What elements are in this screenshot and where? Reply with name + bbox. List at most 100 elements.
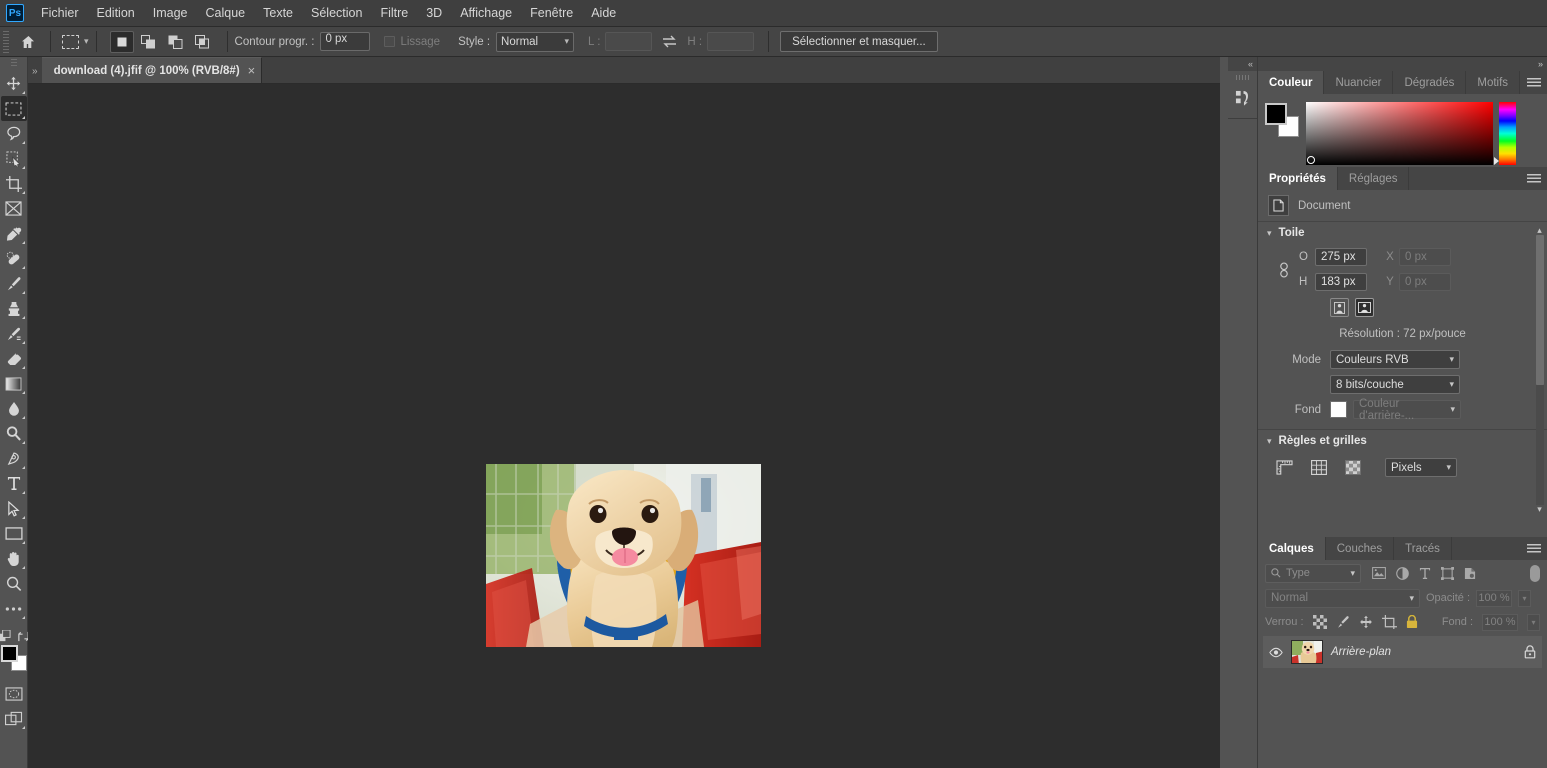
frame-tool[interactable] [1,196,27,221]
layer-filter-select[interactable]: Type ▾ [1265,563,1361,583]
opacity-value[interactable]: 100 % [1476,589,1513,607]
rules-section-header[interactable]: ▾ Règles et grilles [1258,429,1547,452]
tab-motifs[interactable]: Motifs [1466,71,1521,94]
height-input[interactable] [707,32,755,51]
type-tool[interactable] [1,471,27,496]
blend-mode-select[interactable]: Normal ▾ [1265,588,1420,608]
filter-shape-icon[interactable] [1441,566,1454,580]
collapse-panels-button[interactable]: « [1228,57,1257,71]
tool-preset-picker[interactable]: ▾ [58,34,89,49]
path-selection-tool[interactable] [1,496,27,521]
filter-type-icon[interactable] [1419,567,1431,580]
select-and-mask-button[interactable]: Sélectionner et masquer... [780,31,938,52]
menu-selection[interactable]: Sélection [302,3,371,23]
panel-menu-icon[interactable] [1527,77,1541,88]
eyedropper-tool[interactable] [1,221,27,246]
fill-stepper[interactable]: ▾ [1527,613,1540,631]
eraser-tool[interactable] [1,346,27,371]
dodge-tool[interactable] [1,421,27,446]
zoom-tool[interactable] [1,571,27,596]
home-button[interactable] [13,29,43,55]
foreground-color-swatch[interactable] [1265,103,1287,125]
menu-calque[interactable]: Calque [197,3,255,23]
menu-3d[interactable]: 3D [417,3,451,23]
menu-fichier[interactable]: Fichier [32,3,88,23]
fill-source-select[interactable]: Couleur d'arrière-... ▾ [1353,398,1461,422]
tab-reglages[interactable]: Réglages [1337,167,1410,190]
mini-dock-grip[interactable] [1235,75,1250,80]
properties-scrollbar[interactable]: ▴ ▾ [1534,226,1545,526]
menu-filtre[interactable]: Filtre [371,3,417,23]
lock-icon[interactable] [1524,645,1536,659]
clone-stamp-tool[interactable] [1,296,27,321]
new-selection-button[interactable] [109,30,134,53]
history-actions-button[interactable] [1228,82,1258,114]
canvas-section-header[interactable]: ▾ Toile [1258,221,1547,244]
feather-input[interactable]: 0 px [320,32,371,51]
canvas-width-input[interactable]: 275 px [1315,247,1367,266]
default-colors-icon[interactable] [0,629,11,643]
swap-arrows-icon[interactable] [662,35,677,48]
scrollbar-thumb[interactable] [1535,235,1544,385]
units-select[interactable]: Pixels ▾ [1385,458,1457,477]
tab-couches[interactable]: Couches [1325,537,1395,560]
screen-mode-button[interactable] [1,706,27,731]
history-brush-tool[interactable] [1,321,27,346]
hue-slider[interactable] [1494,102,1516,165]
menu-aide[interactable]: Aide [582,3,625,23]
foreground-color-swatch[interactable] [0,645,18,662]
lasso-tool[interactable] [1,121,27,146]
canvas-x-input[interactable]: 0 px [1399,247,1451,266]
eye-icon[interactable] [1269,647,1283,658]
quick-mask-button[interactable] [1,681,27,706]
tab-proprietes[interactable]: Propriétés [1258,167,1338,190]
menu-texte[interactable]: Texte [254,3,302,23]
menu-edition[interactable]: Edition [88,3,144,23]
tab-traces[interactable]: Tracés [1394,537,1452,560]
transparency-checker-icon[interactable] [1342,458,1363,477]
add-to-selection-button[interactable] [137,31,161,53]
style-select[interactable]: Normal ▾ [496,31,575,52]
opacity-stepper[interactable]: ▾ [1518,589,1532,607]
color-field[interactable] [1306,102,1493,165]
lock-image-pixels-icon[interactable] [1336,615,1350,629]
edit-toolbar-button[interactable] [1,596,27,621]
table-row[interactable]: Arrière-plan [1263,636,1542,668]
portrait-orientation-icon[interactable] [1330,298,1349,317]
filter-adjustment-icon[interactable] [1396,566,1409,580]
menu-image[interactable]: Image [144,3,197,23]
crop-tool[interactable] [1,171,27,196]
toolbar-grip[interactable] [10,59,17,68]
tab-calques[interactable]: Calques [1258,537,1326,560]
subtract-from-selection-button[interactable] [164,31,188,53]
filter-enable-toggle[interactable] [1530,564,1540,582]
blur-tool[interactable] [1,396,27,421]
lock-artboard-nesting-icon[interactable] [1381,615,1397,629]
menu-fenetre[interactable]: Fenêtre [521,3,582,23]
bit-depth-select[interactable]: 8 bits/couche ▾ [1330,375,1460,394]
dock-expand-bar[interactable]: » [1258,57,1547,71]
options-bar-grip[interactable] [3,30,9,53]
scrollbar-track[interactable] [1535,385,1544,505]
canvas-height-input[interactable]: 183 px [1315,272,1367,291]
rectangle-tool[interactable] [1,521,27,546]
color-mode-select[interactable]: Couleurs RVB ▾ [1330,350,1460,369]
intersect-selection-button[interactable] [191,31,215,53]
canvas-y-input[interactable]: 0 px [1399,272,1451,291]
hand-tool[interactable] [1,546,27,571]
quick-selection-tool[interactable] [1,146,27,171]
link-dimensions-icon[interactable] [1278,262,1290,278]
chevron-down-icon[interactable]: ▾ [1537,505,1542,514]
lock-position-icon[interactable] [1359,615,1373,629]
move-tool[interactable] [1,71,27,96]
gradient-tool[interactable] [1,371,27,396]
chevron-up-icon[interactable]: ▴ [1537,226,1542,235]
fill-color-swatch[interactable] [1330,401,1347,418]
tab-degrades[interactable]: Dégradés [1393,71,1467,94]
tab-couleur[interactable]: Couleur [1258,71,1325,94]
canvas-area[interactable] [28,84,1220,768]
landscape-orientation-icon[interactable] [1355,298,1374,317]
fill-value[interactable]: 100 % [1482,613,1518,631]
panel-menu-icon[interactable] [1527,173,1541,184]
rectangular-marquee-tool[interactable] [0,96,27,121]
